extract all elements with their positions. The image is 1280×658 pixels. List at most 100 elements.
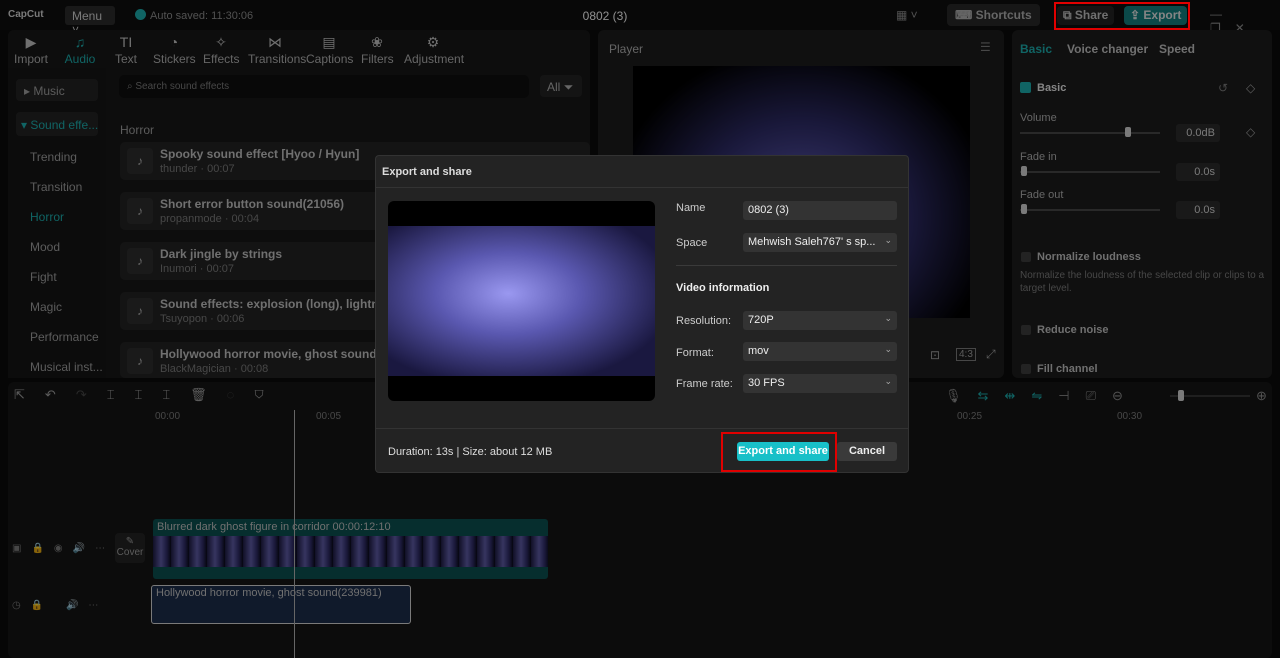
freeze-icon[interactable]: ◌ (227, 387, 255, 402)
sidebar-music[interactable]: ▸ Music (16, 79, 98, 101)
layout-icon[interactable]: ▦ ˅ (896, 8, 918, 22)
sound-effects-label: Sound effe... (30, 118, 99, 132)
tab-stickers[interactable]: ◔ Stickers (153, 34, 196, 66)
tab-voice-changer[interactable]: Voice changer (1067, 42, 1148, 56)
sidebar-item-transition[interactable]: Transition (30, 180, 82, 194)
sidebar-sound-effects[interactable]: ▾ Sound effe... (16, 112, 98, 136)
delete-icon[interactable]: 🗑 (190, 387, 227, 402)
check-icon (135, 9, 146, 20)
snap-icon[interactable]: ⇹ (1004, 388, 1031, 403)
sidebar-item-mood[interactable]: Mood (30, 240, 60, 254)
shortcuts-label: Shortcuts (975, 8, 1032, 22)
basic-checkbox[interactable] (1020, 82, 1031, 93)
space-select[interactable]: Mehwish Saleh767' s sp... ⌄ (743, 233, 897, 252)
capcut-logo: CapCut (8, 9, 44, 20)
zoom-slider-handle[interactable] (1178, 390, 1184, 401)
fullscreen-icon[interactable]: ⤢ (986, 347, 996, 362)
reduce-noise-checkbox[interactable] (1021, 325, 1031, 335)
export-summary: Duration: 13s | Size: about 12 MB (388, 446, 553, 458)
cancel-button[interactable]: Cancel (837, 442, 897, 461)
volume-slider[interactable] (1020, 132, 1160, 134)
split-left-icon[interactable]: ⌶ (135, 387, 163, 402)
video-track-controls[interactable]: ▣🔒◉🔊⋯ (12, 543, 115, 554)
sidebar-item-musical[interactable]: Musical inst... (30, 360, 103, 374)
video-clip[interactable]: Blurred dark ghost figure in corridor 00… (153, 519, 548, 579)
fade-out-label: Fade out (1020, 189, 1064, 201)
tab-speed[interactable]: Speed (1159, 42, 1195, 56)
redo-icon[interactable]: ↷ (76, 387, 107, 402)
microphone-icon[interactable]: 🎙 (945, 388, 978, 403)
sidebar-item-horror[interactable]: Horror (30, 210, 64, 224)
fade-in-handle[interactable] (1021, 166, 1027, 176)
cover-button[interactable]: ✎ Cover (115, 533, 145, 563)
keyframe-icon[interactable]: ◇ (1246, 81, 1255, 95)
tab-transitions[interactable]: ⋈ Transitions (248, 34, 306, 66)
export-button[interactable]: ⇪ Export (1124, 6, 1188, 25)
tab-adjustment[interactable]: ⚙ Adjustment (404, 34, 464, 66)
split-right-icon[interactable]: ⌶ (162, 387, 190, 402)
tab-label: Captions (306, 52, 354, 66)
adjustment-icon: ⚙ (426, 34, 440, 50)
format-select[interactable]: mov ⌄ (743, 342, 897, 361)
fade-in-slider[interactable] (1020, 171, 1160, 173)
divider (676, 265, 897, 266)
fit-icon[interactable]: ⊡ (930, 348, 940, 362)
zoom-in-icon[interactable]: ⊕ (1256, 388, 1267, 404)
sidebar-item-magic[interactable]: Magic (30, 300, 62, 314)
export-and-share-button[interactable]: Export and share (737, 442, 829, 461)
section-heading: Horror (120, 123, 155, 137)
music-note-icon: ♪ (127, 248, 153, 274)
link-icon[interactable]: ⇋ (1031, 388, 1058, 403)
volume-value[interactable]: 0.0dB (1176, 124, 1220, 142)
align-icon[interactable]: ⊣ (1058, 388, 1085, 403)
space-label: Space (676, 237, 708, 249)
fill-channel-label: Fill channel (1037, 363, 1098, 375)
tab-basic[interactable]: Basic (1020, 42, 1052, 56)
marker-icon[interactable]: ⛉ (254, 387, 283, 402)
framerate-label: Frame rate: (676, 378, 733, 390)
shortcuts-button[interactable]: ⌨ Shortcuts (947, 4, 1040, 26)
fade-out-value[interactable]: 0.0s (1176, 201, 1220, 219)
menu-icon[interactable]: ☰ (980, 40, 991, 54)
undo-icon[interactable]: ↶ (45, 387, 76, 402)
fade-out-slider[interactable] (1020, 209, 1160, 211)
name-input[interactable]: 0802 (3) (743, 201, 897, 220)
export-label: Export (1143, 8, 1182, 22)
zoom-out-icon[interactable]: ⊖ (1112, 388, 1139, 403)
ratio-button[interactable]: 4:3 (956, 348, 976, 361)
search-input[interactable]: ⌕ Search sound effects (119, 75, 529, 98)
audio-clip[interactable]: Hollywood horror movie, ghost sound(2399… (151, 585, 411, 624)
fill-channel-checkbox[interactable] (1021, 364, 1031, 374)
normalize-checkbox[interactable] (1021, 252, 1031, 262)
keyframe-icon[interactable]: ◇ (1246, 125, 1255, 139)
framerate-select[interactable]: 30 FPS ⌄ (743, 374, 897, 393)
share-button[interactable]: ⧉ Share (1057, 6, 1115, 25)
sidebar-item-trending[interactable]: Trending (30, 150, 77, 164)
volume-slider-handle[interactable] (1125, 127, 1131, 137)
select-icon[interactable]: ⇱ (14, 387, 45, 402)
sidebar-item-performance[interactable]: Performance (30, 330, 99, 344)
resolution-select[interactable]: 720P ⌄ (743, 311, 897, 330)
reset-icon[interactable]: ↺ (1218, 81, 1228, 95)
tab-effects[interactable]: ✧ Effects (203, 34, 239, 66)
tab-audio[interactable]: ♫ Audio (60, 34, 100, 66)
format-value: mov (748, 345, 769, 357)
fade-out-handle[interactable] (1021, 204, 1027, 214)
split-icon[interactable]: ⌶ (107, 387, 135, 402)
tab-text[interactable]: TI Text (110, 34, 142, 66)
audio-track-controls[interactable]: ◷🔒 🔊⋯ (12, 600, 108, 611)
tab-filters[interactable]: ❀ Filters (361, 34, 394, 66)
project-title: 0802 (3) (582, 9, 628, 23)
tab-captions[interactable]: ▤ Captions (306, 34, 354, 66)
fade-in-value[interactable]: 0.0s (1176, 163, 1220, 181)
video-clip-name: Blurred dark ghost figure in corridor (157, 521, 330, 533)
tab-import[interactable]: ▶ Import (12, 34, 50, 66)
preview-icon[interactable]: ⎚ (1086, 388, 1112, 403)
filter-button[interactable]: All ⏷ (540, 75, 582, 97)
sidebar-item-fight[interactable]: Fight (30, 270, 57, 284)
sound-meta: BlackMagician · 00:08 (160, 363, 269, 375)
menu-label: Menu (72, 9, 103, 23)
menu-button[interactable]: Menu ˅ (65, 6, 115, 37)
link-main-icon[interactable]: ⇆ (978, 388, 1005, 403)
format-label: Format: (676, 347, 714, 359)
